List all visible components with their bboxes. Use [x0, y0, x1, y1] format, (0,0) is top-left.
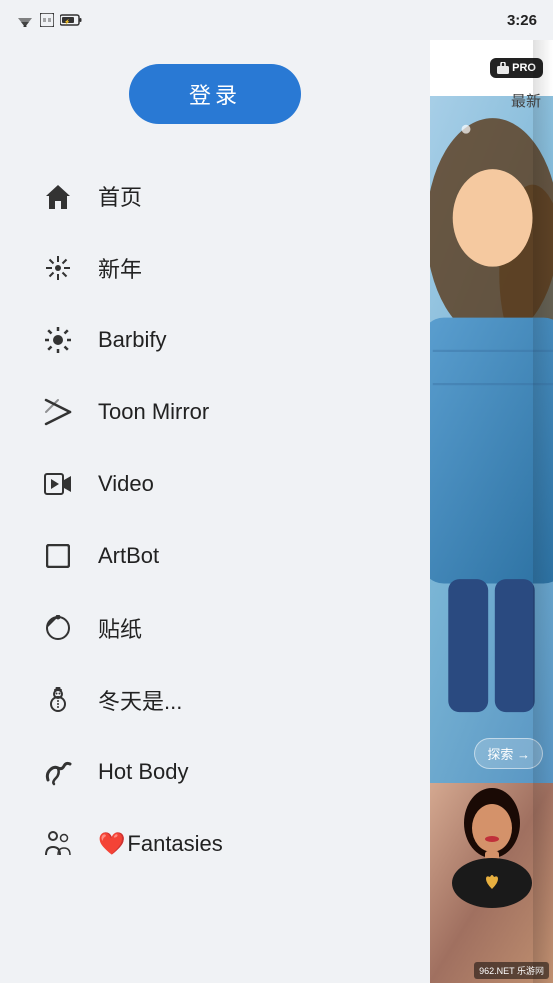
nav-item-video[interactable]: Video: [20, 448, 430, 520]
nav-label-video: Video: [98, 471, 154, 497]
sim-icon: [40, 13, 54, 27]
winter-icon: [40, 682, 76, 718]
login-button[interactable]: 登录: [129, 64, 301, 124]
battery-icon: ⚡: [60, 14, 82, 26]
nav-label-artbot: ArtBot: [98, 543, 159, 569]
main-layout: 登录 首页: [0, 40, 553, 983]
briefcase-icon: [497, 62, 509, 74]
nav-label-fantasies: ❤️Fantasies: [98, 831, 223, 857]
home-icon: [40, 178, 76, 214]
nav-label-barbify: Barbify: [98, 327, 166, 353]
nav-label-home: 首页: [98, 180, 142, 212]
status-time: 3:26: [507, 12, 537, 29]
fantasies-icon: [40, 826, 76, 862]
nav-item-artbot[interactable]: ArtBot: [20, 520, 430, 592]
status-bar-left: ⚡: [16, 13, 82, 27]
drawer: 登录 首页: [0, 40, 430, 983]
nav-item-hot-body[interactable]: Hot Body: [20, 736, 430, 808]
nav-item-stickers[interactable]: 贴纸: [20, 592, 430, 664]
nav-item-fantasies[interactable]: ❤️Fantasies: [20, 808, 430, 880]
nav-label-stickers: 贴纸: [98, 612, 142, 644]
wifi-icon: [16, 13, 34, 27]
nav-item-new-year[interactable]: 新年: [20, 232, 430, 304]
artbot-icon: [40, 538, 76, 574]
nav-list: 首页 新年: [0, 160, 430, 880]
nav-label-hot-body: Hot Body: [98, 759, 189, 785]
nav-item-toon-mirror[interactable]: Toon Mirror: [20, 376, 430, 448]
nav-label-toon-mirror: Toon Mirror: [98, 399, 209, 425]
toon-mirror-icon: [40, 394, 76, 430]
nav-item-barbify[interactable]: Barbify: [20, 304, 430, 376]
video-icon: [40, 466, 76, 502]
stickers-icon: [40, 610, 76, 646]
nav-item-home[interactable]: 首页: [20, 160, 430, 232]
barbify-icon: [40, 322, 76, 358]
status-bar: ⚡ 3:26: [0, 0, 553, 40]
nav-label-winter: 冬天是...: [98, 684, 182, 716]
hot-body-icon: [40, 754, 76, 790]
login-button-wrapper: 登录: [0, 64, 430, 124]
nav-item-winter[interactable]: 冬天是...: [20, 664, 430, 736]
heart-icon: ❤️: [98, 831, 125, 856]
svg-text:⚡: ⚡: [64, 19, 70, 26]
drawer-shadow: [533, 40, 553, 983]
nav-label-new-year: 新年: [98, 252, 142, 284]
fireworks-icon: [40, 250, 76, 286]
